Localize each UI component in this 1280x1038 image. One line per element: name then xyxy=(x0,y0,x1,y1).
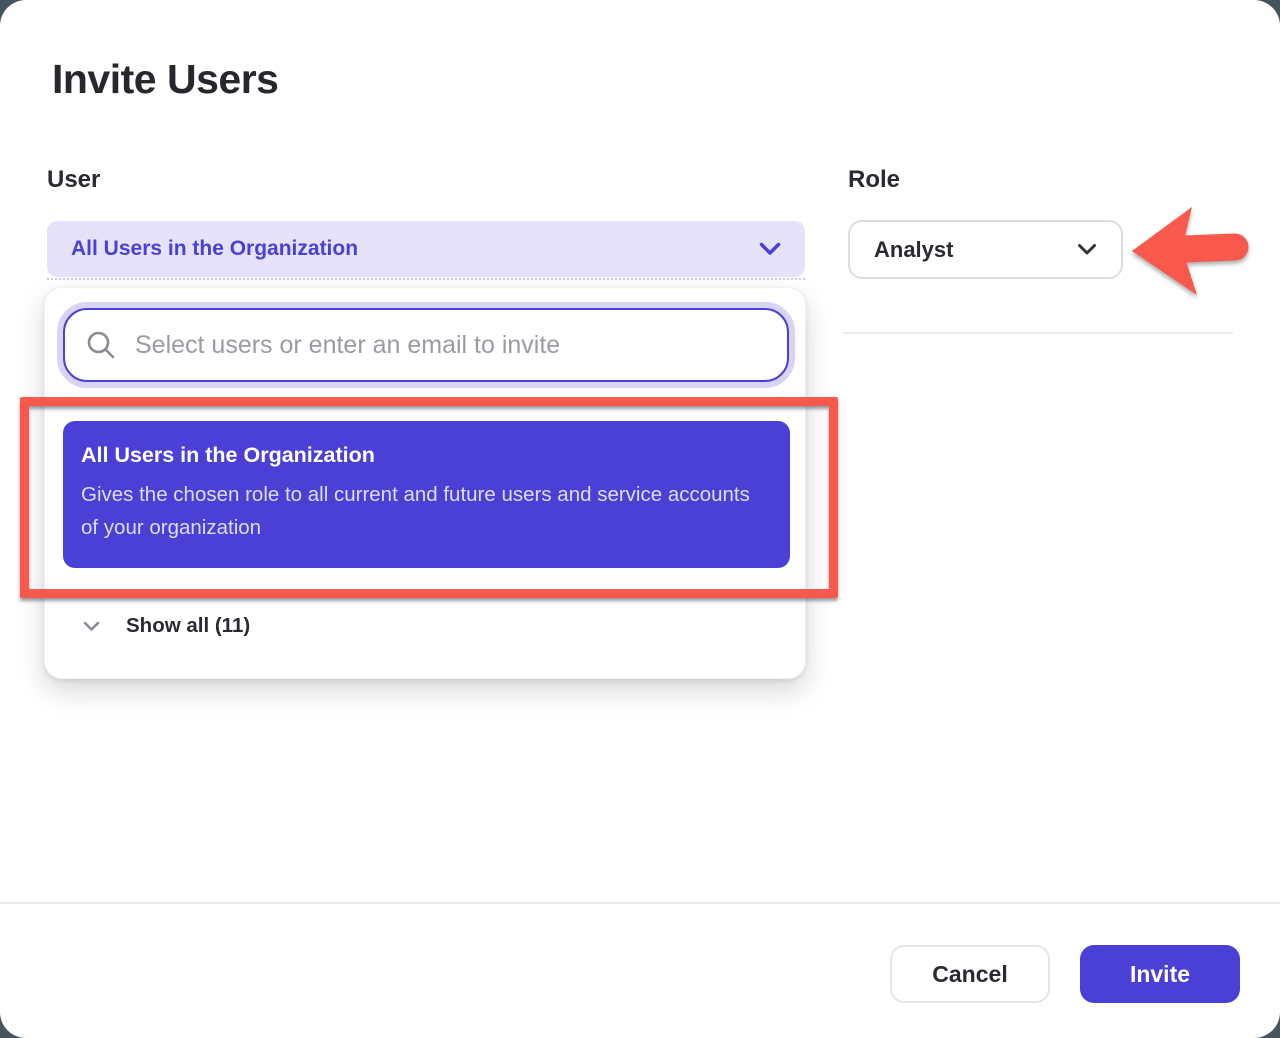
user-select[interactable]: All Users in the Organization xyxy=(47,221,805,277)
user-search-input[interactable] xyxy=(135,331,767,360)
option-title: All Users in the Organization xyxy=(81,443,772,468)
page-title: Invite Users xyxy=(52,56,278,103)
option-all-users[interactable]: All Users in the Organization Gives the … xyxy=(63,421,790,568)
role-select[interactable]: Analyst xyxy=(848,220,1123,279)
user-dropdown-panel: All Users in the Organization Gives the … xyxy=(44,287,806,679)
chevron-down-icon xyxy=(83,621,100,632)
chevron-down-icon xyxy=(1077,243,1097,256)
role-field-label: Role xyxy=(848,166,900,194)
search-focus-ring xyxy=(57,302,795,388)
show-all-label: Show all (11) xyxy=(126,614,250,638)
user-select-value: All Users in the Organization xyxy=(71,237,759,261)
user-select-dotted-edge xyxy=(47,278,805,280)
section-divider xyxy=(843,332,1233,334)
show-all-toggle[interactable]: Show all (11) xyxy=(45,596,805,656)
footer-divider xyxy=(0,902,1280,904)
search-icon xyxy=(85,329,117,361)
option-description: Gives the chosen role to all current and… xyxy=(81,478,771,544)
cancel-button[interactable]: Cancel xyxy=(890,945,1050,1003)
left-arrow-icon xyxy=(1128,198,1256,304)
invite-users-modal: Invite Users User Role All Users in the … xyxy=(0,0,1280,1038)
user-field-label: User xyxy=(47,166,100,194)
chevron-down-icon xyxy=(759,242,781,256)
invite-button[interactable]: Invite xyxy=(1080,945,1240,1003)
role-select-value: Analyst xyxy=(874,237,1077,263)
search-box xyxy=(63,308,789,382)
